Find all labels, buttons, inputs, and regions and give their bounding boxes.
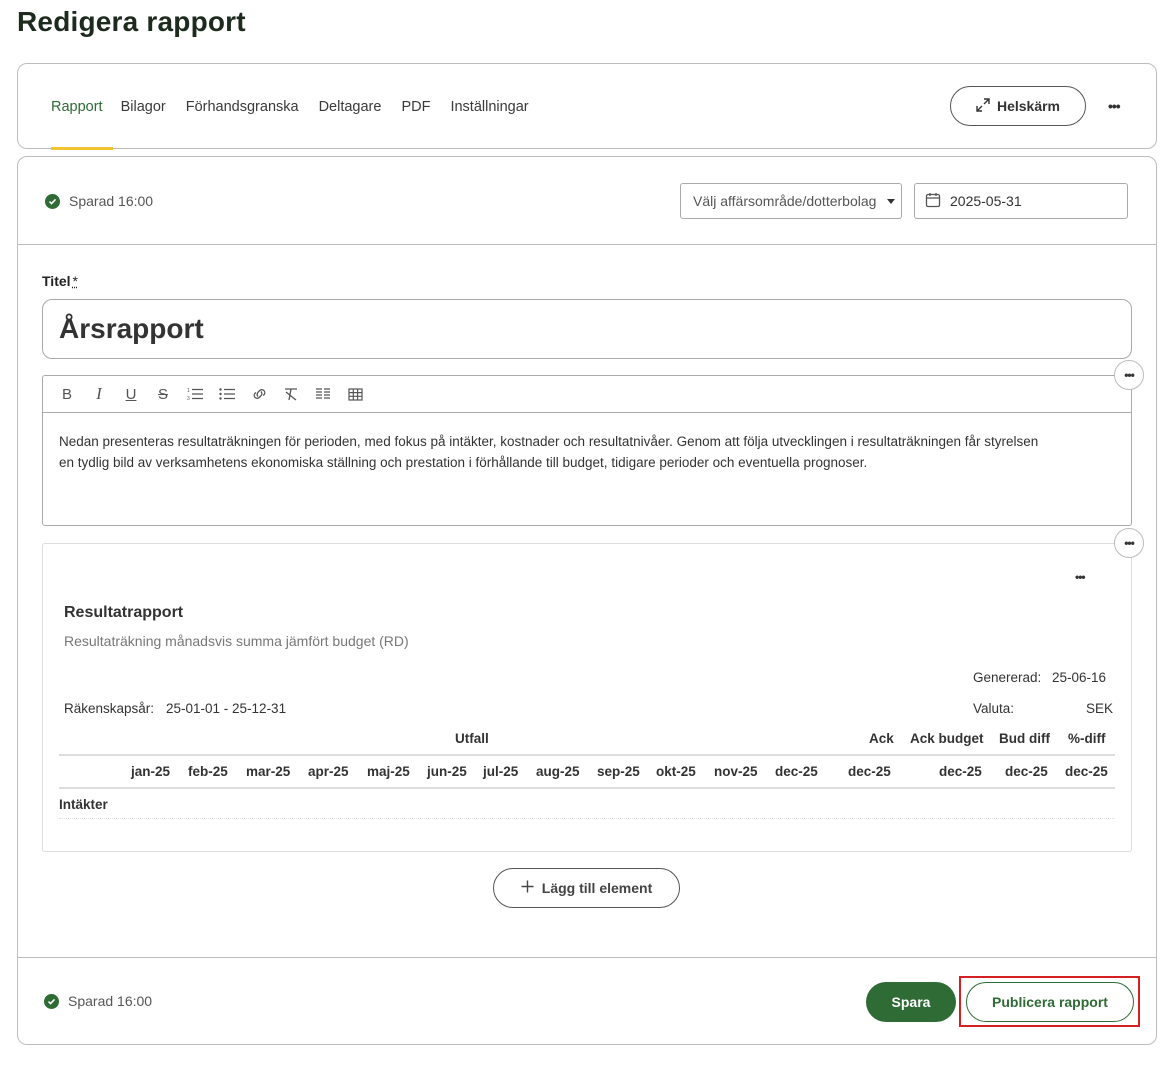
- rich-text-editor[interactable]: B I U S 13 Nedan presenteras resultaträk…: [42, 375, 1132, 526]
- currency-label: Valuta:: [973, 701, 1015, 716]
- report-editor-card: Sparad 16:00 Välj affärsområde/dotterbol…: [17, 156, 1157, 1045]
- page-title: Redigera rapport: [17, 6, 246, 37]
- generated-value: 25-06-16: [1052, 670, 1107, 685]
- tab-bilagor[interactable]: Bilagor: [121, 64, 176, 150]
- column-header-month: apr-25: [308, 764, 349, 779]
- add-element-label: Lägg till element: [541, 880, 653, 896]
- report-element: ••• Resultatrapport Resultaträkning måna…: [42, 543, 1132, 852]
- title-input[interactable]: [42, 299, 1132, 359]
- save-status-label: Sparad 16:00: [68, 993, 153, 1009]
- editor-topbar: Sparad 16:00 Välj affärsområde/dotterbol…: [18, 157, 1156, 245]
- calendar-icon: [925, 192, 941, 211]
- plus-icon: [521, 880, 534, 896]
- editor-text-line: en tydlig bild av verksamhetens ekonomis…: [59, 455, 868, 470]
- tab-bar: Rapport Bilagor Förhandsgranska Deltagar…: [51, 64, 549, 150]
- group-header-ack-budget: Ack budget: [910, 731, 984, 746]
- caret-down-icon: [887, 199, 895, 204]
- column-header-month: jan-25: [131, 764, 171, 779]
- report-more-button[interactable]: •••: [1075, 570, 1086, 584]
- column-header-pct-diff-period: dec-25: [1065, 764, 1108, 779]
- column-header-month: jul-25: [483, 764, 519, 779]
- fullscreen-label: Helskärm: [996, 98, 1061, 114]
- bold-icon[interactable]: B: [51, 380, 83, 408]
- italic-icon[interactable]: I: [83, 380, 115, 408]
- column-header-month: feb-25: [188, 764, 228, 779]
- save-status: Sparad 16:00: [44, 993, 152, 1009]
- column-header-month: sep-25: [597, 764, 640, 779]
- column-header-month: dec-25: [775, 764, 818, 779]
- column-header-ack-budget-period: dec-25: [939, 764, 982, 779]
- bullet-list-icon[interactable]: [211, 380, 243, 408]
- ordered-list-icon[interactable]: 13: [179, 380, 211, 408]
- group-header-pct-diff: %-diff: [1068, 731, 1106, 746]
- columns-icon[interactable]: [307, 380, 339, 408]
- report-subtitle: Resultaträkning månadsvis summa jämfört …: [64, 633, 409, 649]
- tab-rapport[interactable]: Rapport: [51, 64, 113, 150]
- save-status: Sparad 16:00: [45, 193, 153, 209]
- editor-text-line: Nedan presenteras resultaträkningen för …: [59, 434, 1039, 449]
- editor-content[interactable]: Nedan presenteras resultaträkningen för …: [43, 413, 1131, 491]
- table-divider: [59, 818, 1115, 819]
- group-header-ack: Ack: [869, 731, 894, 746]
- currency-value: SEK: [1086, 701, 1114, 716]
- group-header-bud-diff: Bud diff: [999, 731, 1050, 746]
- column-header-month: aug-25: [536, 764, 580, 779]
- report-element-more-button[interactable]: •••: [1114, 528, 1144, 558]
- table-row-label: Intäkter: [59, 797, 108, 812]
- title-field-label: Titel *: [42, 273, 78, 289]
- required-marker: *: [72, 273, 78, 289]
- publish-report-button[interactable]: Publicera rapport: [966, 982, 1134, 1022]
- editor-footer: Sparad 16:00 Spara Publicera rapport: [18, 957, 1156, 1045]
- editor-toolbar: B I U S 13: [43, 376, 1131, 413]
- business-area-select[interactable]: Välj affärsområde/dotterbolag: [680, 183, 902, 219]
- fiscal-year-label: Räkenskapsår:: [64, 701, 155, 716]
- fullscreen-button[interactable]: Helskärm: [950, 86, 1086, 126]
- tab-forhandsgranska[interactable]: Förhandsgranska: [186, 64, 309, 150]
- link-icon[interactable]: [243, 380, 275, 408]
- date-picker[interactable]: 2025-05-31: [914, 183, 1128, 219]
- save-status-label: Sparad 16:00: [69, 193, 154, 209]
- group-header-outcome: Utfall: [455, 731, 489, 746]
- date-value: 2025-05-31: [950, 193, 1022, 209]
- more-options-button[interactable]: •••: [1108, 98, 1121, 114]
- check-circle-icon: [45, 193, 60, 209]
- table-divider: [59, 754, 1115, 756]
- check-circle-icon: [44, 993, 59, 1009]
- clear-format-icon[interactable]: [275, 380, 307, 408]
- table-divider: [59, 787, 1115, 789]
- table-icon[interactable]: [339, 380, 371, 408]
- tab-installningar[interactable]: Inställningar: [450, 64, 538, 150]
- fiscal-year-value: 25-01-01 - 25-12-31: [166, 701, 287, 716]
- strikethrough-icon[interactable]: S: [147, 380, 179, 408]
- column-header-month: okt-25: [656, 764, 696, 779]
- report-title: Resultatrapport: [64, 604, 184, 621]
- business-area-placeholder: Välj affärsområde/dotterbolag: [693, 193, 877, 209]
- column-header-month: nov-25: [714, 764, 758, 779]
- expand-icon: [976, 97, 990, 115]
- publish-highlight: Publicera rapport: [959, 976, 1140, 1027]
- add-element-button[interactable]: Lägg till element: [493, 868, 680, 908]
- column-header-month: maj-25: [367, 764, 410, 779]
- editor-more-button[interactable]: •••: [1114, 360, 1144, 390]
- svg-text:1: 1: [187, 388, 190, 394]
- column-header-bud-diff-period: dec-25: [1005, 764, 1048, 779]
- underline-icon[interactable]: U: [115, 380, 147, 408]
- tab-pdf[interactable]: PDF: [401, 64, 440, 150]
- tab-deltagare[interactable]: Deltagare: [319, 64, 392, 150]
- generated-label: Genererad:: [973, 670, 1042, 685]
- tabs-card: Rapport Bilagor Förhandsgranska Deltagar…: [17, 63, 1157, 150]
- column-header-month: mar-25: [246, 764, 291, 779]
- column-header-month: jun-25: [427, 764, 467, 779]
- svg-text:3: 3: [187, 396, 190, 401]
- save-button[interactable]: Spara: [866, 982, 956, 1022]
- column-header-ack-period: dec-25: [848, 764, 891, 779]
